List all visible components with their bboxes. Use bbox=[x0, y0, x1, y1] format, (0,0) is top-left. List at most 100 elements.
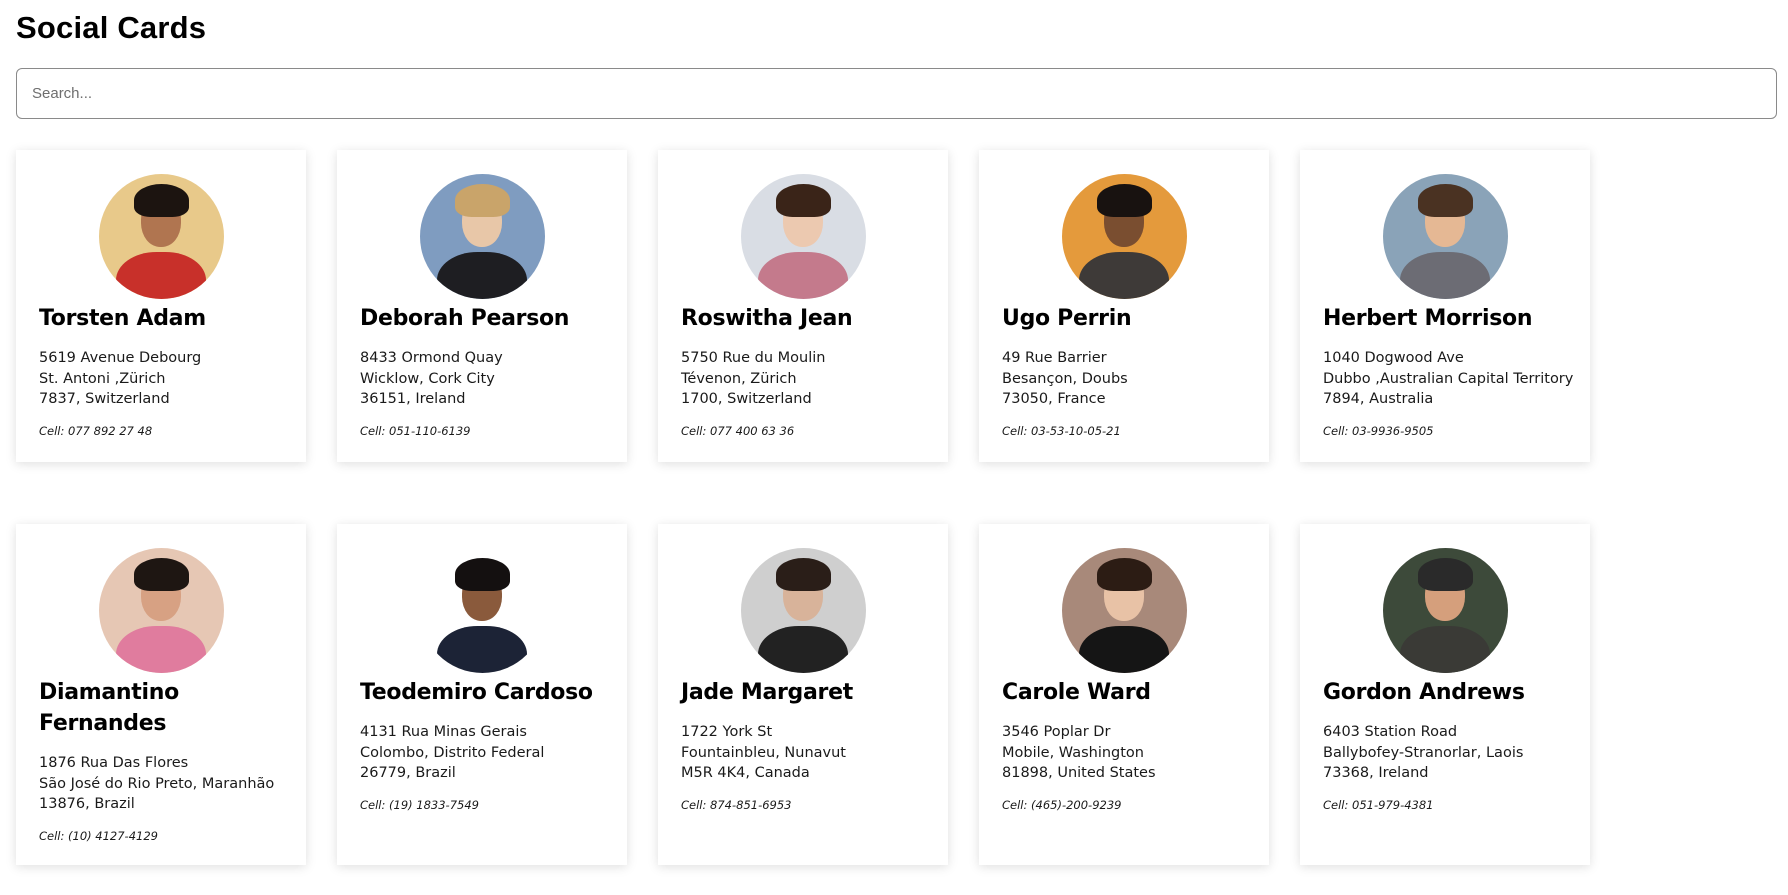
avatar bbox=[1382, 548, 1508, 673]
avatar bbox=[1061, 548, 1187, 673]
address-postal: 13876, Brazil bbox=[39, 796, 135, 812]
card-address: 5750 Rue du Moulin Tévenon, Zürich 1700,… bbox=[681, 348, 925, 410]
address-postal: 1700, Switzerland bbox=[681, 391, 812, 407]
address-city: Tévenon, Zürich bbox=[681, 370, 797, 387]
card-name: Herbert Morrison bbox=[1323, 306, 1533, 331]
card-name: Torsten Adam bbox=[39, 306, 206, 331]
card-name: Jade Margaret bbox=[681, 680, 853, 705]
address-city: Dubbo ,Australian Capital Territory bbox=[1323, 370, 1574, 387]
address-street: 3546 Poplar Dr bbox=[1002, 724, 1111, 740]
social-card: Teodemiro Cardoso 4131 Rua Minas Gerais … bbox=[337, 524, 627, 865]
avatar-hair bbox=[1096, 184, 1152, 217]
address-street: 1722 York St bbox=[681, 724, 773, 740]
avatar-shoulders bbox=[1079, 251, 1169, 299]
address-street: 1040 Dogwood Ave bbox=[1323, 350, 1464, 366]
avatar-hair bbox=[775, 184, 831, 217]
card-name: Gordon Andrews bbox=[1323, 680, 1525, 705]
card-cell-phone: Cell: (10) 4127-4129 bbox=[39, 828, 158, 843]
address-postal: 7894, Australia bbox=[1323, 391, 1434, 407]
avatar-shoulders bbox=[116, 625, 206, 673]
social-card: Deborah Pearson 8433 Ormond Quay Wicklow… bbox=[337, 150, 627, 462]
card-address: 6403 Station Road Ballybofey-Stranorlar,… bbox=[1323, 722, 1567, 784]
address-city: St. Antoni ,Zürich bbox=[39, 370, 166, 387]
avatar-shoulders bbox=[1400, 251, 1490, 299]
card-address: 3546 Poplar Dr Mobile, Washington 81898,… bbox=[1002, 722, 1246, 784]
avatar-hair bbox=[1096, 558, 1152, 591]
card-address: 1876 Rua Das Flores São José do Rio Pret… bbox=[39, 753, 283, 815]
address-street: 5750 Rue du Moulin bbox=[681, 350, 826, 366]
avatar-hair bbox=[454, 184, 510, 217]
avatar-hair bbox=[1417, 558, 1473, 591]
card-cell-phone: Cell: (19) 1833-7549 bbox=[360, 797, 479, 812]
card-address: 1722 York St Fountainbleu, Nunavut M5R 4… bbox=[681, 722, 925, 784]
card-address: 49 Rue Barrier Besançon, Doubs 73050, Fr… bbox=[1002, 348, 1246, 410]
avatar bbox=[98, 548, 224, 673]
address-city: Ballybofey-Stranorlar, Laois bbox=[1323, 744, 1524, 761]
search-input[interactable] bbox=[16, 68, 1777, 119]
card-address: 4131 Rua Minas Gerais Colombo, Distrito … bbox=[360, 722, 604, 784]
social-card: Gordon Andrews 6403 Station Road Ballybo… bbox=[1300, 524, 1590, 865]
avatar bbox=[98, 174, 224, 299]
card-cell-phone: Cell: 051-110-6139 bbox=[360, 423, 471, 438]
address-city: Besançon, Doubs bbox=[1002, 370, 1128, 387]
avatar-hair bbox=[454, 558, 510, 591]
card-cell-phone: Cell: 874-851-6953 bbox=[681, 797, 792, 812]
card-name: Roswitha Jean bbox=[681, 306, 853, 331]
avatar-shoulders bbox=[758, 251, 848, 299]
address-postal: 81898, United States bbox=[1002, 765, 1156, 781]
address-city: Mobile, Washington bbox=[1002, 744, 1144, 761]
avatar-shoulders bbox=[116, 251, 206, 299]
address-city: Fountainbleu, Nunavut bbox=[681, 744, 846, 761]
avatar-shoulders bbox=[758, 625, 848, 673]
avatar-hair bbox=[133, 184, 189, 217]
address-postal: 26779, Brazil bbox=[360, 765, 456, 781]
avatar-shoulders bbox=[1400, 625, 1490, 673]
card-name: Deborah Pearson bbox=[360, 306, 570, 331]
avatar bbox=[419, 174, 545, 299]
card-cell-phone: Cell: 051-979-4381 bbox=[1323, 797, 1434, 812]
card-cell-phone: Cell: 03-9936-9505 bbox=[1323, 423, 1434, 438]
card-cell-phone: Cell: (465)-200-9239 bbox=[1002, 797, 1122, 812]
card-name: Ugo Perrin bbox=[1002, 306, 1132, 331]
address-street: 6403 Station Road bbox=[1323, 724, 1458, 740]
avatar-shoulders bbox=[437, 625, 527, 673]
card-grid: Torsten Adam 5619 Avenue Debourg St. Ant… bbox=[16, 150, 1608, 865]
social-card: Torsten Adam 5619 Avenue Debourg St. Ant… bbox=[16, 150, 306, 462]
address-street: 49 Rue Barrier bbox=[1002, 350, 1107, 366]
search-container bbox=[16, 68, 1777, 119]
card-name: Teodemiro Cardoso bbox=[360, 680, 593, 705]
avatar bbox=[740, 548, 866, 673]
social-card: Roswitha Jean 5750 Rue du Moulin Tévenon… bbox=[658, 150, 948, 462]
social-card: Ugo Perrin 49 Rue Barrier Besançon, Doub… bbox=[979, 150, 1269, 462]
address-street: 1876 Rua Das Flores bbox=[39, 755, 189, 771]
card-cell-phone: Cell: 077 400 63 36 bbox=[681, 423, 795, 438]
address-postal: 36151, Ireland bbox=[360, 391, 466, 407]
card-cell-phone: Cell: 077 892 27 48 bbox=[39, 423, 153, 438]
card-address: 5619 Avenue Debourg St. Antoni ,Zürich 7… bbox=[39, 348, 283, 410]
address-postal: 73050, France bbox=[1002, 391, 1106, 407]
card-name: Carole Ward bbox=[1002, 680, 1151, 705]
avatar-hair bbox=[1417, 184, 1473, 217]
avatar bbox=[1382, 174, 1508, 299]
address-street: 8433 Ormond Quay bbox=[360, 350, 503, 366]
avatar-shoulders bbox=[1079, 625, 1169, 673]
address-postal: 7837, Switzerland bbox=[39, 391, 170, 407]
social-card: Herbert Morrison 1040 Dogwood Ave Dubbo … bbox=[1300, 150, 1590, 462]
page: Social Cards Torsten Adam 5619 Avenue De… bbox=[0, 0, 1788, 895]
page-title: Social Cards bbox=[16, 10, 207, 45]
card-cell-phone: Cell: 03-53-10-05-21 bbox=[1002, 423, 1121, 438]
address-street: 5619 Avenue Debourg bbox=[39, 350, 202, 366]
address-city: São José do Rio Preto, Maranhão bbox=[39, 775, 275, 792]
address-city: Wicklow, Cork City bbox=[360, 370, 495, 387]
social-card: Jade Margaret 1722 York St Fountainbleu,… bbox=[658, 524, 948, 865]
social-card: Carole Ward 3546 Poplar Dr Mobile, Washi… bbox=[979, 524, 1269, 865]
social-card: Diamantino Fernandes 1876 Rua Das Flores… bbox=[16, 524, 306, 865]
card-name: Diamantino Fernandes bbox=[39, 680, 179, 736]
card-address: 8433 Ormond Quay Wicklow, Cork City 3615… bbox=[360, 348, 604, 410]
avatar-hair bbox=[133, 558, 189, 591]
avatar bbox=[419, 548, 545, 673]
address-city: Colombo, Distrito Federal bbox=[360, 744, 545, 761]
address-postal: 73368, Ireland bbox=[1323, 765, 1429, 781]
avatar bbox=[740, 174, 866, 299]
avatar bbox=[1061, 174, 1187, 299]
